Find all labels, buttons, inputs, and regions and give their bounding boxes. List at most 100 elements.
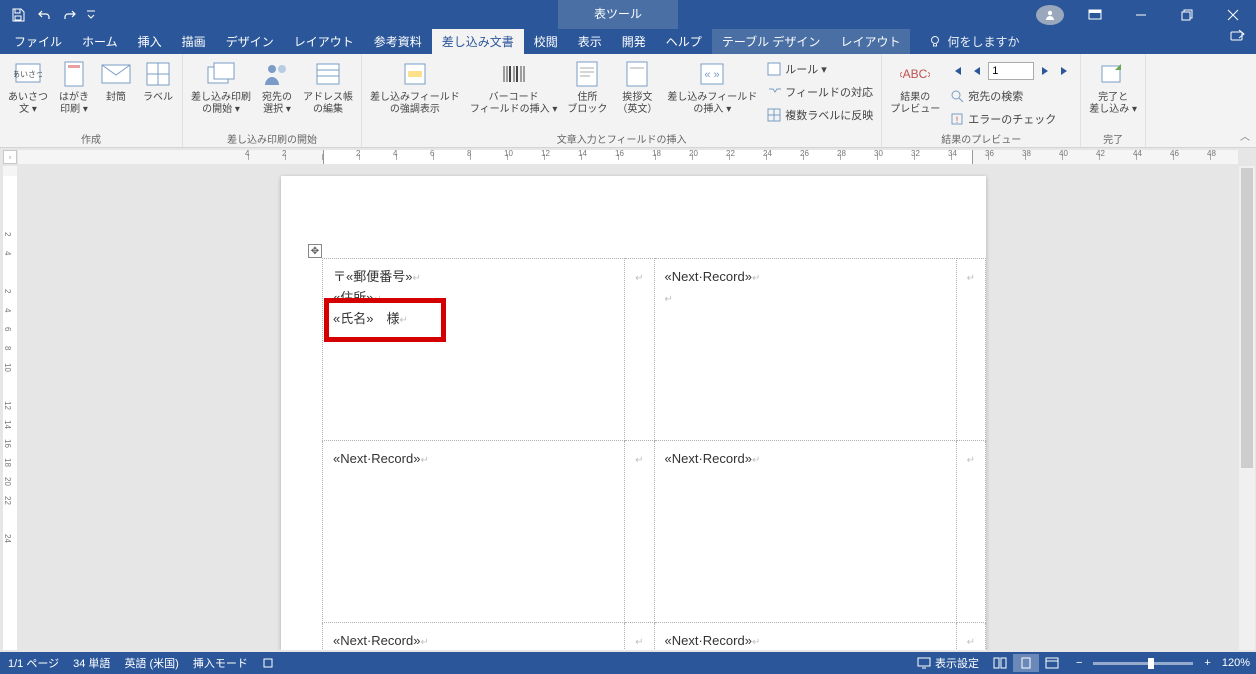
envelope-button[interactable]: 封筒 xyxy=(96,56,136,130)
tab-table-design[interactable]: テーブル デザイン xyxy=(712,29,831,54)
gutter-cell[interactable]: ↵ xyxy=(956,441,985,623)
group-label-write: 文章入力とフィールドの挿入 xyxy=(366,130,877,148)
last-record-button[interactable] xyxy=(1056,62,1074,80)
insert-merge-field-button[interactable]: « »差し込みフィールドの挿入 ▾ xyxy=(663,56,761,130)
lightbulb-icon xyxy=(928,35,942,49)
gutter-cell[interactable]: ↵ xyxy=(625,441,654,623)
rules-button[interactable]: ルール ▾ xyxy=(763,58,877,80)
table-row: «Next·Record»↵ ↵ «Next·Record»↵ ↵ xyxy=(323,623,986,651)
group-label-preview: 結果のプレビュー xyxy=(886,130,1076,148)
prev-record-button[interactable] xyxy=(968,62,986,80)
tab-layout[interactable]: レイアウト xyxy=(284,29,364,54)
restore-button[interactable] xyxy=(1164,0,1210,29)
label-cell-1[interactable]: 〒«郵便番号»↵ «住所»↵ «氏名» 様↵ xyxy=(323,259,625,441)
gutter-cell[interactable]: ↵ xyxy=(956,623,985,651)
contextual-tab-title: 表ツール xyxy=(558,0,678,29)
ruler-corner[interactable]: ▫ xyxy=(3,150,17,164)
tab-table-layout[interactable]: レイアウト xyxy=(830,29,910,54)
zoom-out-button[interactable]: − xyxy=(1073,657,1085,669)
postcard-print-button[interactable]: はがき印刷 ▾ xyxy=(54,56,94,130)
group-label-start: 差し込み印刷の開始 xyxy=(187,130,357,148)
edit-recipient-list-button[interactable]: アドレス帳の編集 xyxy=(299,56,357,130)
share-button[interactable] xyxy=(1230,29,1246,43)
tab-design[interactable]: デザイン xyxy=(216,29,284,54)
address-block-button[interactable]: 住所ブロック xyxy=(563,56,611,130)
group-write-insert: 差し込みフィールドの強調表示 バーコードフィールドの挿入 ▾ 住所ブロック 挨拶… xyxy=(362,54,882,147)
tab-insert[interactable]: 挿入 xyxy=(128,29,172,54)
page-count[interactable]: 1/1 ページ xyxy=(8,655,59,671)
insert-mode[interactable]: 挿入モード xyxy=(193,655,248,671)
tab-file[interactable]: ファイル xyxy=(4,29,72,54)
label-cell-4[interactable]: «Next·Record»↵ xyxy=(654,441,956,623)
user-account-button[interactable] xyxy=(1032,0,1072,29)
group-start-merge: 差し込み印刷の開始 ▾ 宛先の選択 ▾ アドレス帳の編集 差し込み印刷の開始 xyxy=(183,54,362,147)
macro-recording-icon[interactable] xyxy=(262,657,274,669)
group-create: あいさつあいさつ文 ▾ はがき印刷 ▾ 封筒 ラベル 作成 xyxy=(0,54,183,147)
zoom-level[interactable]: 120% xyxy=(1222,657,1250,669)
undo-button[interactable] xyxy=(32,3,56,27)
next-record-button[interactable] xyxy=(1036,62,1054,80)
first-record-button[interactable] xyxy=(948,62,966,80)
table-row: 〒«郵便番号»↵ «住所»↵ «氏名» 様↵ ↵ «Next·Record»↵ … xyxy=(323,259,986,441)
close-button[interactable] xyxy=(1210,0,1256,29)
label-cell-3[interactable]: «Next·Record»↵ xyxy=(323,441,625,623)
highlight-merge-fields-button[interactable]: 差し込みフィールドの強調表示 xyxy=(366,56,464,130)
select-recipients-button[interactable]: 宛先の選択 ▾ xyxy=(257,56,297,130)
match-fields-button[interactable]: フィールドの対応 xyxy=(763,81,877,103)
print-layout-button[interactable] xyxy=(1013,654,1039,672)
vertical-scrollbar[interactable] xyxy=(1239,166,1255,650)
tab-draw[interactable]: 描画 xyxy=(172,29,216,54)
document-area[interactable]: ✥ 〒«郵便番号»↵ «住所»↵ «氏名» 様↵ ↵ «Next·Record»… xyxy=(18,166,1238,650)
greeting-text-button[interactable]: あいさつあいさつ文 ▾ xyxy=(4,56,52,130)
zoom-slider[interactable] xyxy=(1093,662,1193,665)
word-count[interactable]: 34 単語 xyxy=(73,655,110,671)
label-cell-5[interactable]: «Next·Record»↵ xyxy=(323,623,625,651)
table-move-handle[interactable]: ✥ xyxy=(308,244,322,258)
tab-home[interactable]: ホーム xyxy=(72,29,128,54)
status-bar: 1/1 ページ 34 単語 英語 (米国) 挿入モード 表示設定 − + 120… xyxy=(0,652,1256,674)
language-status[interactable]: 英語 (米国) xyxy=(124,655,178,671)
find-recipient-button[interactable]: 宛先の検索 xyxy=(946,85,1076,107)
gutter-cell[interactable]: ↵ xyxy=(956,259,985,441)
barcode-field-button[interactable]: バーコードフィールドの挿入 ▾ xyxy=(466,56,562,130)
ribbon-display-options-button[interactable] xyxy=(1072,0,1118,29)
display-settings[interactable]: 表示設定 xyxy=(917,655,979,671)
greeting-line-button[interactable]: 挨拶文（英文） xyxy=(613,56,661,130)
group-preview: «ABC»結果のプレビュー 宛先の検索 !エラーのチェック 結果のプレビュー xyxy=(882,54,1081,147)
preview-results-button[interactable]: «ABC»結果のプレビュー xyxy=(886,56,944,130)
label-cell-6[interactable]: «Next·Record»↵ xyxy=(654,623,956,651)
tab-references[interactable]: 参考資料 xyxy=(364,29,432,54)
redo-button[interactable] xyxy=(58,3,82,27)
title-bar: 文書 1 - Word 表ツール xyxy=(0,0,1256,29)
tell-me-search[interactable]: 何をしますか xyxy=(928,29,1019,54)
zoom-slider-handle[interactable] xyxy=(1148,658,1154,669)
record-number-input[interactable] xyxy=(988,62,1034,80)
minimize-button[interactable] xyxy=(1118,0,1164,29)
update-labels-button[interactable]: 複数ラベルに反映 xyxy=(763,104,877,126)
label-button[interactable]: ラベル xyxy=(138,56,178,130)
label-cell-2[interactable]: «Next·Record»↵ ↵ xyxy=(654,259,956,441)
save-button[interactable] xyxy=(6,3,30,27)
group-label-create: 作成 xyxy=(4,130,178,148)
zoom-in-button[interactable]: + xyxy=(1201,657,1213,669)
horizontal-ruler[interactable] xyxy=(18,150,1238,164)
finish-merge-button[interactable]: 完了と差し込み ▾ xyxy=(1085,56,1141,130)
scrollbar-thumb[interactable] xyxy=(1241,168,1253,468)
start-mail-merge-button[interactable]: 差し込み印刷の開始 ▾ xyxy=(187,56,255,130)
qat-customize-button[interactable] xyxy=(84,3,98,27)
record-navigation xyxy=(946,58,1076,84)
svg-text:« »: « » xyxy=(705,69,720,81)
tab-mailings[interactable]: 差し込み文書 xyxy=(432,29,524,54)
tab-review[interactable]: 校閲 xyxy=(524,29,568,54)
web-layout-button[interactable] xyxy=(1039,654,1065,672)
tab-help[interactable]: ヘルプ xyxy=(656,29,712,54)
group-label-finish: 完了 xyxy=(1085,130,1141,148)
check-errors-button[interactable]: !エラーのチェック xyxy=(946,108,1076,130)
gutter-cell[interactable]: ↵ xyxy=(625,623,654,651)
tab-developer[interactable]: 開発 xyxy=(612,29,656,54)
collapse-ribbon-button[interactable]: ︿ xyxy=(1240,128,1250,143)
vertical-ruler[interactable]: 2424681012141618202224 xyxy=(3,166,17,650)
gutter-cell[interactable]: ↵ xyxy=(625,259,654,441)
read-mode-button[interactable] xyxy=(987,654,1013,672)
tab-view[interactable]: 表示 xyxy=(568,29,612,54)
